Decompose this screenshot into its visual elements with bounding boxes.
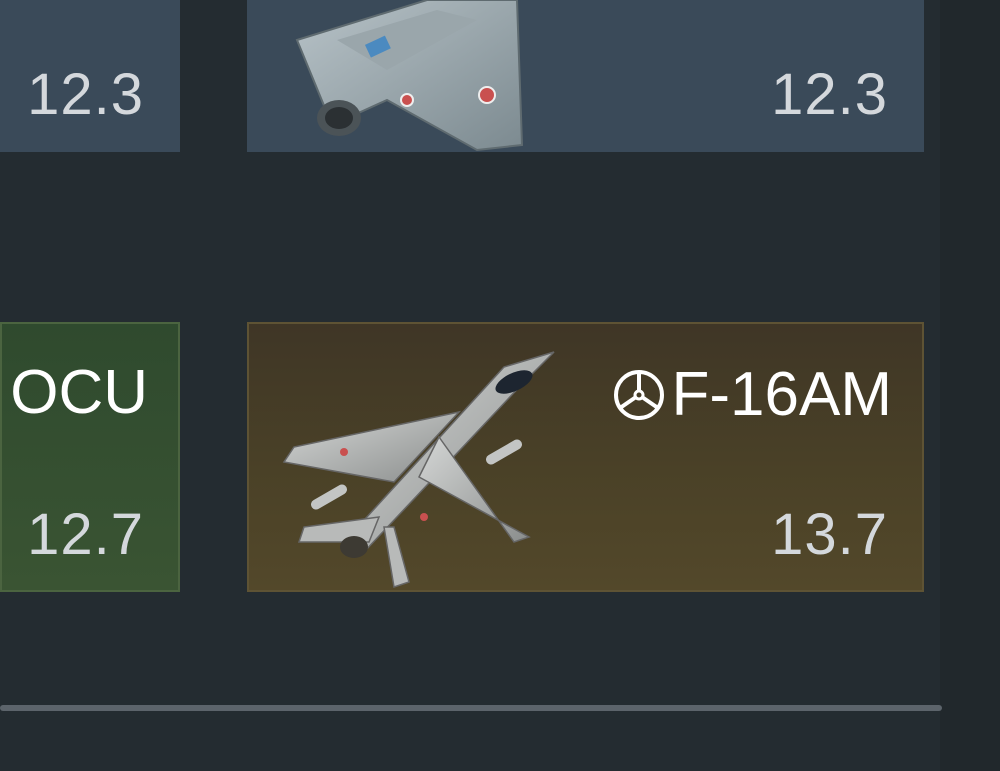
vehicle-card-top-right[interactable]: 12.3 <box>247 0 924 152</box>
battle-rating: 12.3 <box>771 62 888 127</box>
tree-edge-panel <box>940 0 1000 771</box>
battle-rating: 13.7 <box>771 502 888 567</box>
vehicle-card-f16am[interactable]: F-16AM 13.7 <box>247 322 924 592</box>
vehicle-name-label: OCU <box>10 358 148 427</box>
battle-rating: 12.3 <box>27 62 144 127</box>
horizontal-scrollbar[interactable] <box>0 705 942 711</box>
vehicle-card-top-left[interactable]: 12.3 <box>0 0 180 152</box>
steering-wheel-icon <box>613 370 664 420</box>
vehicle-name: OCU <box>10 362 148 424</box>
vehicle-name: F-16AM <box>612 364 892 426</box>
battle-rating: 12.7 <box>27 502 144 567</box>
fighter-jet-icon <box>282 351 555 588</box>
vehicle-name-label: F-16AM <box>671 360 892 429</box>
vehicle-card-ocu[interactable]: OCU 12.7 <box>0 322 180 592</box>
delta-jet-icon <box>295 0 524 152</box>
